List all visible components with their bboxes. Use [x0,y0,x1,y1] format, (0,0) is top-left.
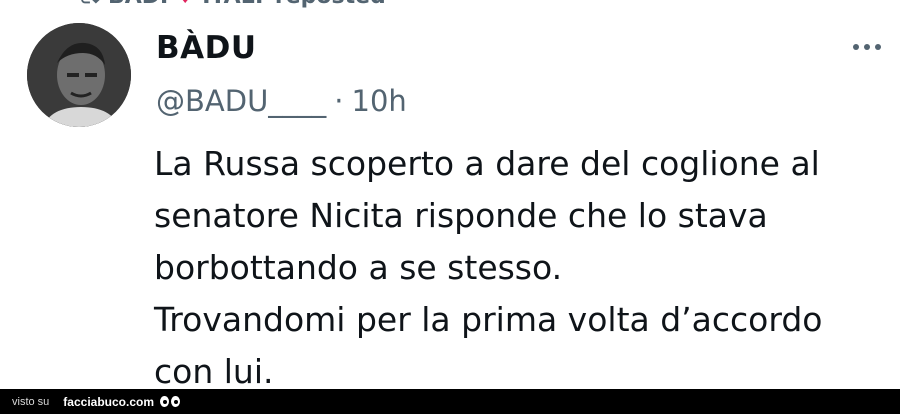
visto-label: visto su [12,395,50,408]
heart-icon: ♥ [176,0,194,8]
brand-label[interactable]: facciabuco.com [63,395,154,409]
post-meta: @BADU____ · 10h [156,84,407,118]
post-text-line: Trovandomi per la prima volta d’accordo [154,300,823,339]
post-text-line: La Russa scoperto a dare del coglione al [154,144,820,183]
repost-icon [81,0,100,4]
repost-header[interactable]: BADI ♥ ITALY reposted [78,0,386,8]
post-text-line: borbottando a se stesso. [154,248,563,287]
repost-label-start: BADI [108,0,168,8]
avatar-photo [27,23,131,127]
more-dot [875,44,881,50]
more-options-icon[interactable] [853,44,881,50]
eyes-icon [160,396,180,407]
post-text-line: senatore Nicita risponde che lo stava [154,196,768,235]
avatar[interactable] [27,23,131,127]
watermark-footer: visto su facciabuco.com [0,389,900,414]
handle[interactable]: @BADU____ [156,84,326,118]
display-name[interactable]: BÀDU [156,30,257,66]
more-dot [864,44,870,50]
more-dot [853,44,859,50]
meta-separator: · [334,84,344,118]
post-text: La Russa scoperto a dare del coglione al… [154,138,874,398]
timestamp[interactable]: 10h [352,84,407,118]
repost-label-end: ITALY reposted [202,0,386,8]
eye [160,396,169,407]
eye [171,396,180,407]
